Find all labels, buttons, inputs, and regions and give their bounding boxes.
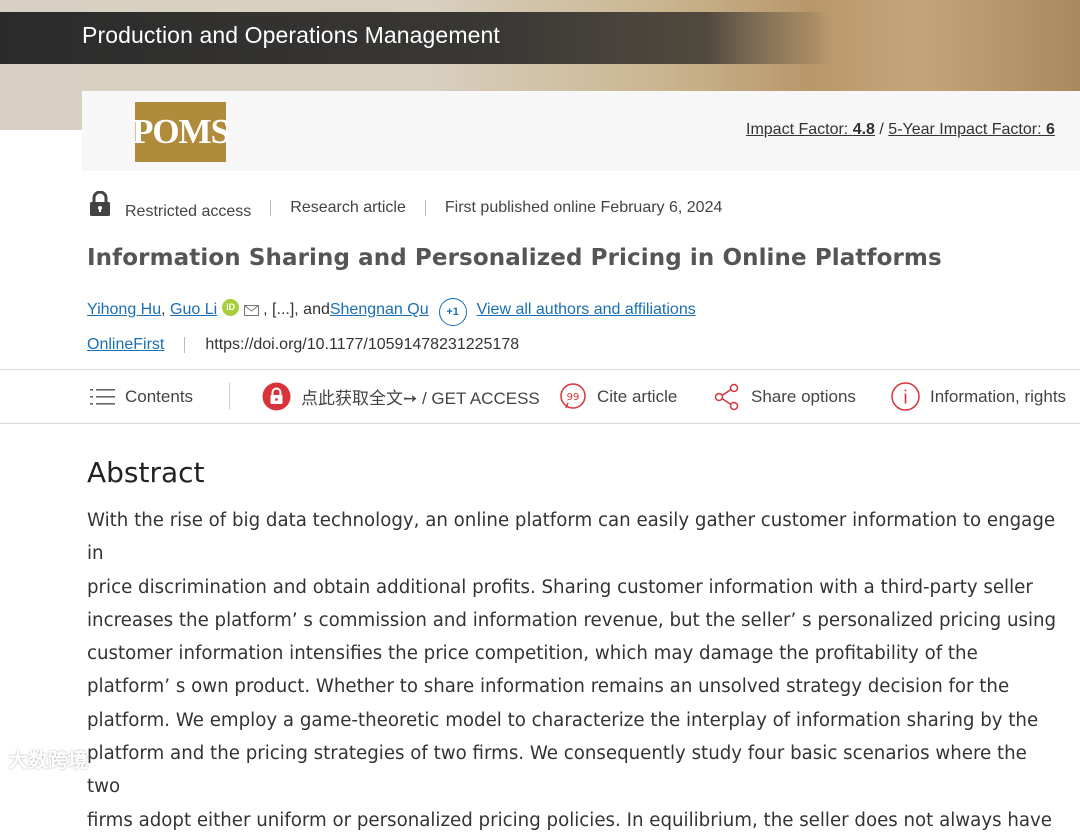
impact-factor[interactable]: Impact Factor: 4.8 / 5-Year Impact Facto… (746, 121, 1055, 139)
abstract-line: platform’ s own product. Whether to shar… (87, 676, 1010, 698)
abstract-line: firms adopt either uniform or personaliz… (87, 809, 1052, 831)
lock-icon (90, 191, 110, 216)
list-icon (90, 388, 115, 405)
abstract-body: With the rise of big data technology, an… (87, 504, 1062, 837)
article-type: Research article (290, 199, 406, 216)
abstract-line: platform. We employ a game-theoretic mod… (87, 709, 1039, 731)
doi-link[interactable]: https://doi.org/10.1177/1059147823122517… (205, 336, 519, 354)
author-link[interactable]: Yihong Hu (87, 301, 161, 319)
abstract-line: platform and the pricing strategies of t… (87, 743, 1027, 798)
info-label: Information, rights (930, 386, 1067, 406)
get-access-label: 点此获取全文➙ / GET ACCESS (301, 389, 540, 408)
get-access-button[interactable]: 点此获取全文➙ / GET ACCESS (262, 370, 540, 423)
cite-article-button[interactable]: 99 Cite article (559, 370, 677, 423)
abstract-line: increases the platform’ s commission and… (87, 609, 1057, 631)
orcid-icon[interactable]: iD (222, 298, 240, 316)
info-icon (891, 382, 920, 411)
divider (270, 200, 272, 216)
divider (424, 200, 426, 216)
information-rights-button[interactable]: Information, rights (891, 370, 1066, 423)
article-toolbar: Contents 点此获取全文➙ / GET ACCESS 99 Cite ar… (0, 369, 1080, 424)
author-list: Yihong Hu, Guo Li iD , [...], and Shengn… (87, 296, 696, 326)
view-all-authors-link[interactable]: View all authors and affiliations (477, 301, 696, 319)
contents-button[interactable]: Contents (90, 370, 193, 423)
impact-factor-value: 4.8 (852, 121, 875, 138)
abstract-line: customer information intensifies the pri… (87, 643, 978, 665)
cite-label: Cite article (597, 386, 678, 406)
lock-icon (262, 382, 291, 411)
contents-label: Contents (125, 386, 194, 406)
share-icon (714, 383, 739, 410)
journal-header: POMS Impact Factor: 4.8 / 5-Year Impact … (82, 91, 1080, 171)
divider (229, 383, 230, 409)
article-meta: Restricted access Research article First… (88, 191, 723, 223)
mail-icon[interactable] (244, 304, 260, 316)
more-authors-button[interactable]: +1 (438, 298, 467, 326)
author-link[interactable]: Guo Li (170, 301, 217, 319)
abstract-line: With the rise of big data technology, an… (87, 510, 1056, 565)
five-year-impact-value: 6 (1046, 121, 1055, 138)
author-ellipsis: , [...], and (263, 301, 330, 318)
poms-logo[interactable]: POMS (132, 102, 230, 162)
doi-row: OnlineFirst https://doi.org/10.1177/1059… (87, 336, 519, 354)
share-label: Share options (751, 386, 856, 406)
svg-text:99: 99 (567, 392, 580, 403)
publish-date: First published online February 6, 2024 (444, 199, 723, 216)
access-status: Restricted access (125, 203, 252, 220)
share-options-button[interactable]: Share options (713, 370, 856, 423)
divider (184, 337, 186, 353)
cite-icon: 99 (560, 382, 586, 409)
article-title: Information Sharing and Personalized Pri… (87, 245, 942, 271)
abstract-line: price discrimination and obtain addition… (87, 576, 1033, 598)
author-link[interactable]: Shengnan Qu (330, 301, 429, 319)
onlinefirst-link[interactable]: OnlineFirst (87, 336, 164, 354)
abstract-heading: Abstract (87, 456, 205, 489)
journal-title[interactable]: Production and Operations Management (82, 22, 500, 49)
watermark: 大数跨境 (8, 748, 88, 772)
